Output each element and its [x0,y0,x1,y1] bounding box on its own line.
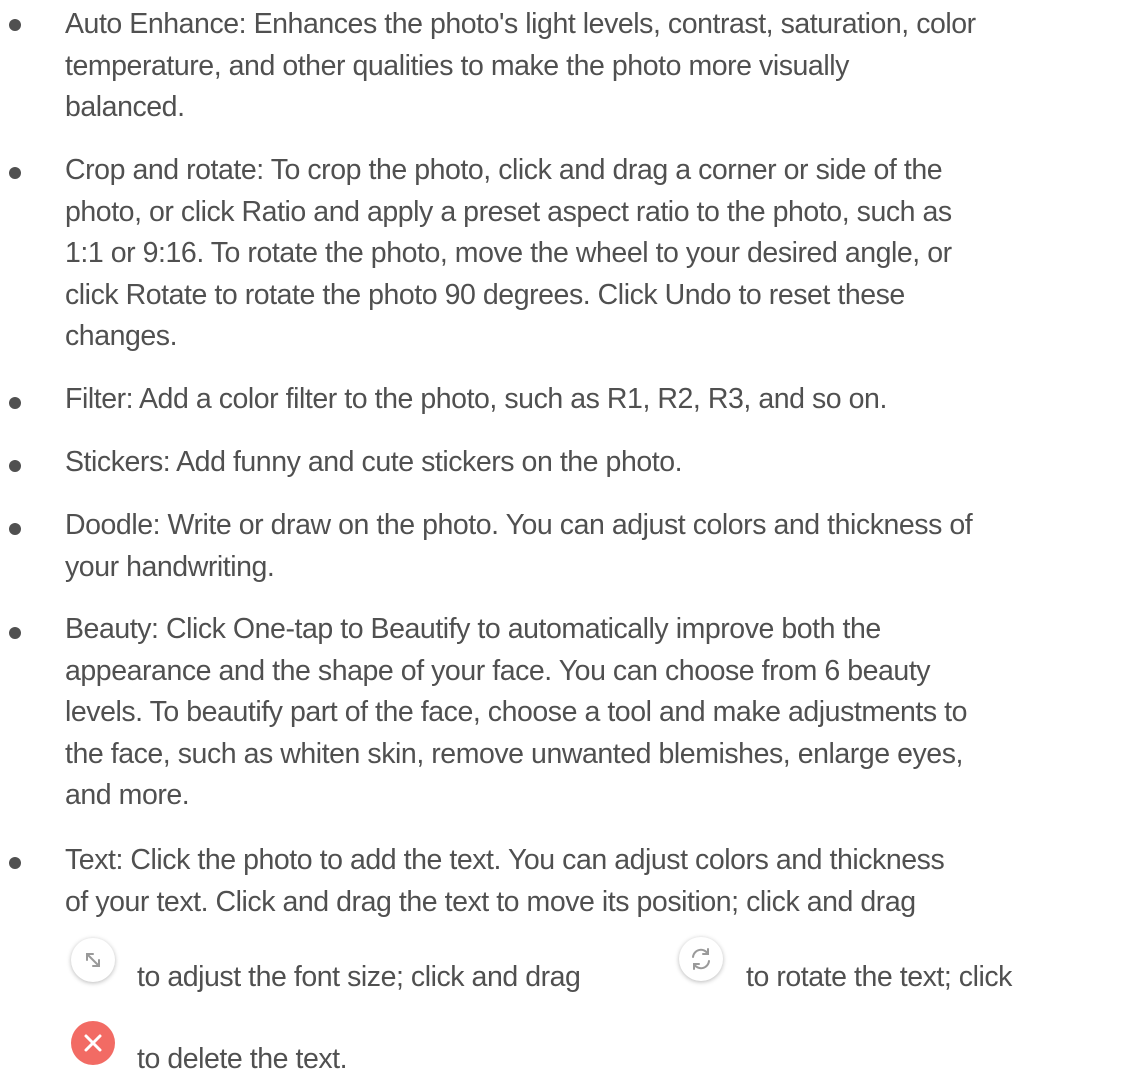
text-line: your handwriting. [65,550,275,583]
text-line: Crop and rotate: To crop the photo, clic… [65,154,943,186]
text-line: Doodle: Write or draw on the photo. You … [65,509,973,541]
delete-x-icon [71,1021,115,1065]
resize-instruction-text: to adjust the font size; click and drag [137,961,581,993]
text-line: of your text. Click and drag the text to… [65,885,916,918]
bullet [9,460,21,472]
rotate-instruction-text: to rotate the text; click [746,961,1012,993]
bullet [9,627,21,639]
text-line: photo, or click Ratio and apply a preset… [65,195,952,228]
delete-instruction-text: to delete the text. [137,1043,348,1075]
bullet [9,397,21,409]
text-line: the face, such as whiten skin, remove un… [65,737,963,770]
text-line: temperature, and other qualities to make… [65,49,849,82]
bullet [9,523,21,535]
text-line: 1:1 or 9:16. To rotate the photo, move t… [65,237,952,269]
bullet [9,19,21,31]
text-line: and more. [65,779,190,811]
rotate-icon [679,937,723,981]
text-line: click Rotate to rotate the photo 90 degr… [65,278,905,311]
text-line: balanced. [65,91,185,123]
item-text: Filter: Add a color filter to the photo,… [65,379,1120,421]
bullet [9,857,21,869]
text-line: Filter: Add a color filter to the photo,… [65,383,887,415]
item-text: Doodle: Write or draw on the photo. You … [65,505,1120,588]
item-text: Text: Click the photo to add the text. Y… [65,840,1120,923]
item-text: Crop and rotate: To crop the photo, clic… [65,150,1120,358]
text-line: appearance and the shape of your face. Y… [65,654,931,687]
text-line: Text: Click the photo to add the text. Y… [65,844,945,876]
item-text: Stickers: Add funny and cute stickers on… [65,442,1120,484]
text-line: Stickers: Add funny and cute stickers on… [65,446,683,478]
text-line: Auto Enhance: Enhances the photo's light… [65,8,976,40]
text-line: Beauty: Click One-tap to Beautify to aut… [65,613,881,645]
bullet [9,167,21,179]
item-text: Auto Enhance: Enhances the photo's light… [65,4,1120,129]
resize-arrow-icon [71,938,115,982]
item-text: Beauty: Click One-tap to Beautify to aut… [65,609,1120,817]
text-line: changes. [65,320,178,352]
text-line: levels. To beautify part of the face, ch… [65,696,968,728]
